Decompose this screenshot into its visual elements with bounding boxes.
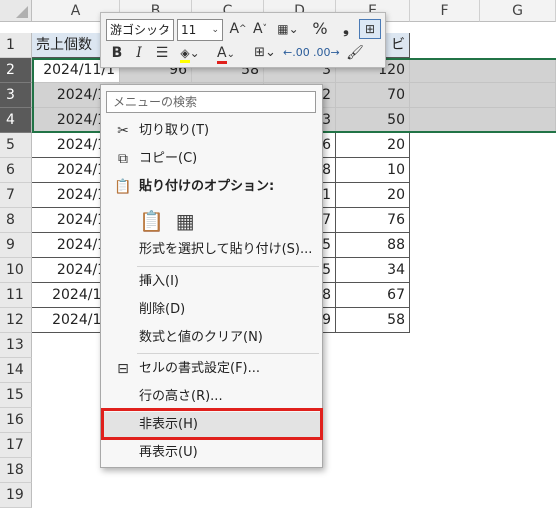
number-format-icon[interactable]: ▦⌄ [275, 19, 301, 39]
cell-f3[interactable] [410, 83, 556, 108]
menu-item-label: コピー(C) [139, 151, 198, 166]
italic-icon[interactable]: I [131, 43, 147, 63]
menu-separator [137, 266, 319, 267]
menu-item-insert[interactable]: 挿入(I) [103, 269, 320, 295]
format-cells-icon: ⊟ [117, 361, 129, 377]
row-header-17[interactable]: 17 [0, 433, 32, 458]
row-header-4[interactable]: 4 [0, 108, 32, 133]
menu-item-label: 非表示(H) [139, 417, 198, 432]
cell-e3[interactable]: 70 [336, 83, 410, 108]
decrease-decimal-icon[interactable]: .00→ [313, 43, 340, 63]
menu-item-hide[interactable]: 非表示(H) [103, 412, 320, 438]
format-painter-icon[interactable]: 🖌 [345, 43, 365, 63]
font-name-value: 游ゴシック [110, 23, 171, 37]
row-header-3[interactable]: 3 [0, 83, 32, 108]
row-header-19[interactable]: 19 [0, 483, 32, 508]
mini-toolbar: 游ゴシック ⌄ 11 ⌄ A^ A˅ ▦⌄ % ❟ ⊞ B I ☰ ◈⌄ A⌄ … [100, 12, 386, 68]
borders-icon[interactable]: ⊞⌄ [251, 43, 279, 63]
menu-separator [137, 353, 319, 354]
menu-item-copy[interactable]: ⧉ コピー(C) [103, 146, 320, 172]
chevron-down-icon: ⌄ [162, 25, 170, 35]
font-name-dropdown[interactable]: 游ゴシック ⌄ [106, 19, 174, 41]
row-header-8[interactable]: 8 [0, 208, 32, 233]
row-header-2[interactable]: 2 [0, 58, 32, 83]
row-header-5[interactable]: 5 [0, 133, 32, 158]
menu-item-label: 再表示(U) [139, 445, 198, 460]
merge-center-icon[interactable]: ⊞ [359, 19, 381, 39]
menu-item-label: 切り取り(T) [139, 123, 210, 138]
cell-e7[interactable]: 20 [336, 183, 410, 208]
row-header-18[interactable]: 18 [0, 458, 32, 483]
menu-item-paste-options: 📋 貼り付けのオプション: [103, 174, 320, 200]
menu-item-label: 行の高さ(R)... [139, 389, 223, 404]
row-header-6[interactable]: 6 [0, 158, 32, 183]
cell-e8[interactable]: 76 [336, 208, 410, 233]
cell-e5[interactable]: 20 [336, 133, 410, 158]
menu-item-label: セルの書式設定(F)... [139, 361, 261, 376]
row-header-13[interactable]: 13 [0, 333, 32, 358]
column-header-f[interactable]: F [410, 0, 480, 22]
chevron-down-icon: ⌄ [211, 25, 219, 35]
row-header-15[interactable]: 15 [0, 383, 32, 408]
menu-item-delete[interactable]: 削除(D) [103, 297, 320, 323]
shrink-font-icon[interactable]: A˅ [251, 19, 269, 39]
scissors-icon: ✂ [117, 123, 129, 139]
select-all-corner[interactable] [0, 0, 32, 22]
clipboard-icon: 📋 [114, 179, 132, 195]
fill-color-icon[interactable]: ◈⌄ [177, 43, 203, 63]
paste-values-icon[interactable]: ▦ [173, 208, 197, 234]
menu-item-label: 数式と値のクリア(N) [139, 330, 263, 345]
increase-decimal-icon[interactable]: ←.00 [283, 43, 310, 63]
menu-item-unhide[interactable]: 再表示(U) [103, 440, 320, 466]
cell-e12[interactable]: 58 [336, 308, 410, 333]
cell-e6[interactable]: 10 [336, 158, 410, 183]
row-header-16[interactable]: 16 [0, 408, 32, 433]
font-size-dropdown[interactable]: 11 ⌄ [177, 19, 223, 41]
menu-item-label: 形式を選択して貼り付け(S)... [139, 242, 313, 257]
font-color-icon[interactable]: A⌄ [211, 43, 241, 65]
row-header-7[interactable]: 7 [0, 183, 32, 208]
copy-icon: ⧉ [118, 151, 128, 167]
menu-search-input[interactable]: メニューの検索 [106, 91, 316, 113]
paste-options-row: 📋 ▦ [139, 208, 203, 236]
paste-icon[interactable]: 📋 [139, 208, 164, 234]
menu-item-label: 貼り付けのオプション: [139, 179, 275, 194]
row-header-10[interactable]: 10 [0, 258, 32, 283]
column-header-g[interactable]: G [480, 0, 556, 22]
menu-item-paste-special[interactable]: 形式を選択して貼り付け(S)... [103, 237, 320, 263]
cell-f2[interactable] [410, 58, 556, 83]
cell-f4[interactable] [410, 108, 556, 133]
cell-e9[interactable]: 88 [336, 233, 410, 258]
menu-item-label: 挿入(I) [139, 274, 179, 289]
percent-style-icon[interactable]: % [311, 19, 329, 39]
context-menu: メニューの検索 ✂ 切り取り(T) ⧉ コピー(C) 📋 貼り付けのオプション:… [100, 84, 323, 468]
menu-item-label: 削除(D) [139, 302, 186, 317]
row-header-12[interactable]: 12 [0, 308, 32, 333]
bold-icon[interactable]: B [109, 43, 125, 63]
cell-e11[interactable]: 67 [336, 283, 410, 308]
menu-item-format-cells[interactable]: ⊟ セルの書式設定(F)... [103, 356, 320, 382]
cell-e10[interactable]: 34 [336, 258, 410, 283]
row-header-11[interactable]: 11 [0, 283, 32, 308]
comma-style-icon[interactable]: ❟ [339, 19, 353, 39]
grow-font-icon[interactable]: A^ [229, 19, 247, 39]
font-size-value: 11 [181, 23, 197, 37]
cell-e4[interactable]: 50 [336, 108, 410, 133]
row-header-1[interactable]: 1 [0, 33, 32, 58]
row-header-9[interactable]: 9 [0, 233, 32, 258]
menu-item-cut[interactable]: ✂ 切り取り(T) [103, 118, 320, 144]
menu-item-row-height[interactable]: 行の高さ(R)... [103, 384, 320, 410]
menu-item-clear-contents[interactable]: 数式と値のクリア(N) [103, 325, 320, 351]
row-header-14[interactable]: 14 [0, 358, 32, 383]
align-center-icon[interactable]: ☰ [153, 43, 171, 63]
